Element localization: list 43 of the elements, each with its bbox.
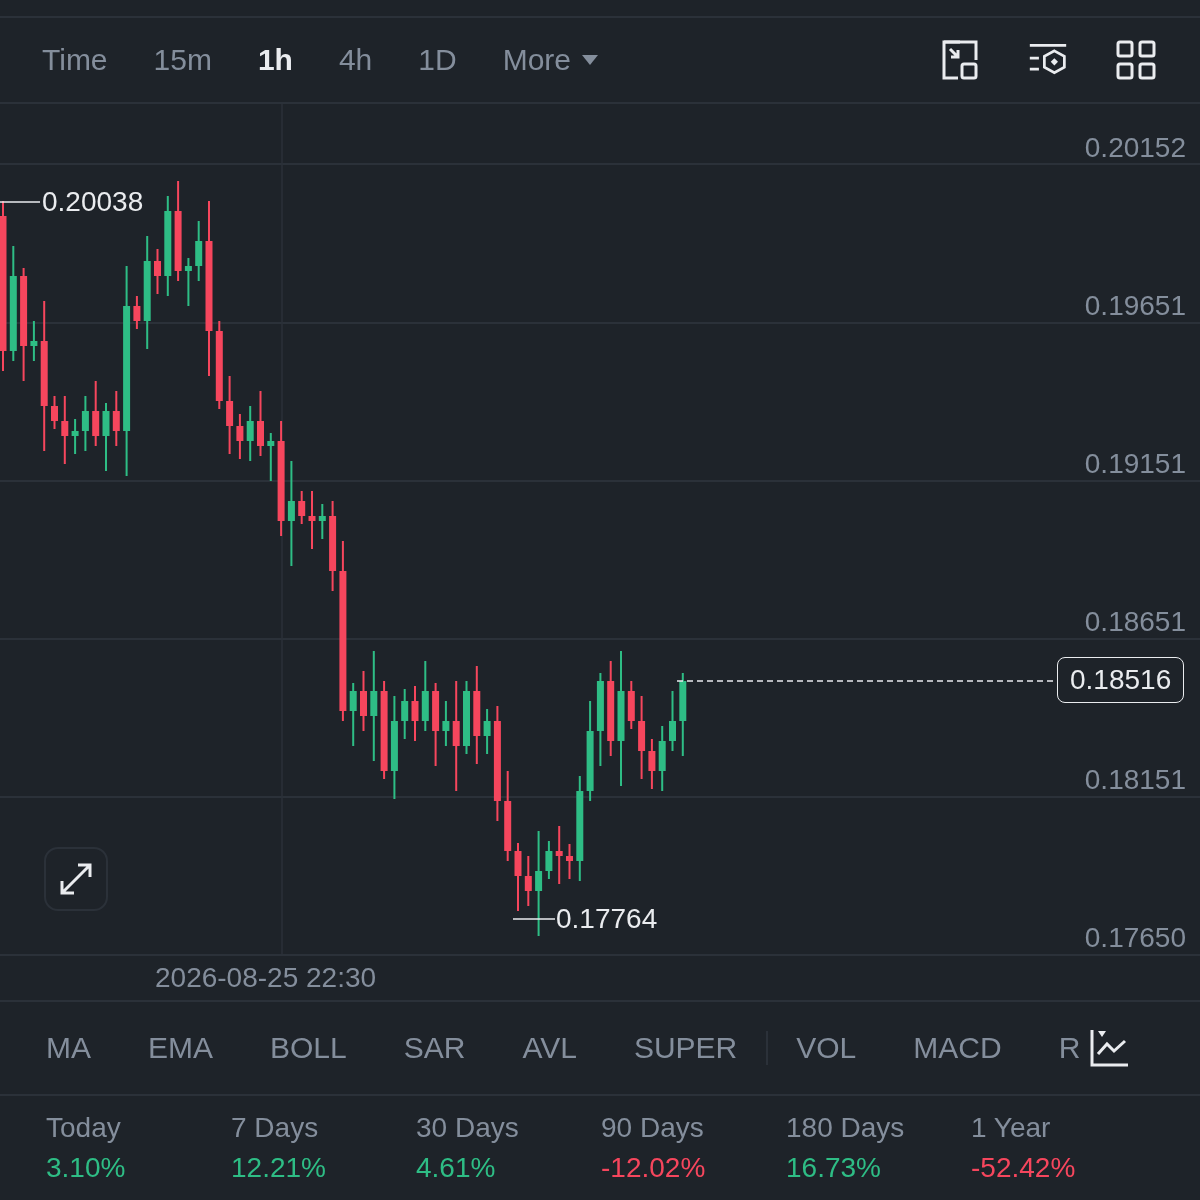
indicator-tab[interactable]: R xyxy=(1058,1031,1081,1065)
last-price-tag: 0.18516 xyxy=(1057,657,1185,703)
period-label: 7 Days xyxy=(231,1112,320,1144)
expand-button[interactable] xyxy=(44,847,108,911)
leader-line xyxy=(513,917,555,921)
price-axis-label: 0.19151 xyxy=(1084,448,1186,480)
high-price-label: 0.20038 xyxy=(42,186,144,218)
period-label: 30 Days xyxy=(416,1112,520,1144)
timeframe-tab[interactable]: 1h xyxy=(257,43,293,77)
period-label: Today xyxy=(46,1112,122,1144)
change-value: -52.42% xyxy=(971,1152,1077,1184)
change-value: 4.61% xyxy=(416,1152,497,1184)
picture-in-picture-icon[interactable] xyxy=(940,40,980,80)
grid-icon[interactable] xyxy=(1116,40,1156,80)
indicator-tab[interactable]: EMA xyxy=(148,1031,213,1065)
period-label: 90 Days xyxy=(601,1112,705,1144)
leader-line xyxy=(0,200,40,204)
indicator-tab[interactable]: AVL xyxy=(522,1031,577,1065)
change-value: 3.10% xyxy=(46,1152,127,1184)
period-label: 1 Year xyxy=(971,1112,1052,1144)
price-axis-label: 0.19651 xyxy=(1084,290,1186,322)
price-axis-label: 0.18651 xyxy=(1084,606,1186,638)
indicator-tab[interactable]: BOLL xyxy=(270,1031,347,1065)
timeframe-tab[interactable]: 15m xyxy=(153,43,212,77)
time-axis-label: 2026-08-25 22:30 xyxy=(155,962,377,994)
indicator-tab[interactable]: SAR xyxy=(403,1031,466,1065)
low-price-label: 0.17764 xyxy=(556,903,658,935)
indicator-tab[interactable]: MA xyxy=(46,1031,91,1065)
indicator-tab[interactable]: MACD xyxy=(913,1031,1002,1065)
price-axis-label: 0.20152 xyxy=(1084,132,1186,164)
price-axis-label: 0.17650 xyxy=(1084,922,1186,954)
indicator-tab[interactable]: VOL xyxy=(796,1031,857,1065)
timeframe-tab[interactable]: Time xyxy=(42,43,108,77)
change-value: 16.73% xyxy=(786,1152,882,1184)
period-label: 180 Days xyxy=(786,1112,906,1144)
change-value: -12.02% xyxy=(601,1152,707,1184)
more-dropdown[interactable]: More xyxy=(502,43,600,77)
timeframe-tab[interactable]: 1D xyxy=(418,43,457,77)
price-axis-label: 0.18151 xyxy=(1084,764,1186,796)
caret-icon xyxy=(581,54,600,66)
indicator-tab[interactable]: SUPER xyxy=(633,1031,738,1065)
timeframe-tab[interactable]: 4h xyxy=(338,43,373,77)
change-value: 12.21% xyxy=(231,1152,327,1184)
